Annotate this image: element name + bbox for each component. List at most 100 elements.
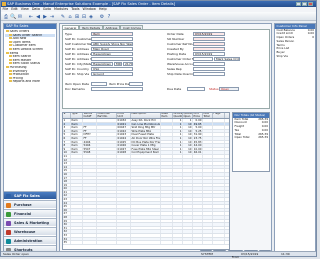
table-cell[interactable]	[213, 237, 225, 241]
table-cell[interactable]	[161, 122, 173, 126]
table-cell[interactable]	[131, 201, 161, 205]
table-cell[interactable]	[117, 234, 131, 237]
table-cell[interactable]	[117, 183, 131, 187]
table-cell[interactable]: 31.90	[193, 133, 203, 136]
table-cell[interactable]	[83, 122, 97, 126]
table-cell[interactable]	[213, 230, 225, 233]
table-cell[interactable]: Coil Equipment Nom Frame	[131, 151, 161, 154]
table-cell[interactable]: Cal, Line Plumbing Assy	[131, 122, 161, 126]
table-cell[interactable]: 01024	[117, 136, 131, 140]
table-cell[interactable]	[117, 226, 131, 230]
table-cell[interactable]: 4446	[83, 140, 97, 144]
right-5-field[interactable]	[193, 57, 213, 61]
table-cell[interactable]	[183, 212, 193, 216]
table-cell[interactable]	[161, 205, 173, 208]
table-cell[interactable]: 1	[173, 147, 183, 151]
table-cell[interactable]: Fuse Plate Mtg Steel	[131, 147, 161, 151]
close-button[interactable]	[308, 2, 313, 6]
table-cell[interactable]	[71, 169, 83, 172]
table-cell[interactable]	[161, 169, 173, 172]
table-cell[interactable]	[71, 183, 83, 187]
collapse-icon[interactable]: ⊟	[81, 14, 87, 20]
table-cell[interactable]	[183, 176, 193, 180]
table-cell[interactable]	[83, 180, 97, 183]
table-cell[interactable]: 10	[183, 133, 193, 136]
table-cell[interactable]	[83, 205, 97, 208]
table-cell[interactable]: 01025	[117, 140, 131, 144]
column-header[interactable]: Description	[131, 113, 161, 118]
table-cell[interactable]: 01027	[117, 147, 131, 151]
table-cell[interactable]	[71, 216, 83, 219]
table-cell[interactable]	[97, 151, 117, 154]
module-nav-button[interactable]: Financial Management	[4, 209, 56, 224]
right-3-field[interactable]	[193, 47, 225, 51]
table-cell[interactable]	[97, 208, 117, 212]
table-cell[interactable]	[213, 234, 225, 237]
table-cell[interactable]	[131, 162, 161, 165]
table-cell[interactable]	[97, 126, 117, 129]
table-cell[interactable]	[183, 172, 193, 176]
left-5-field[interactable]	[91, 57, 133, 61]
table-cell[interactable]: 10	[183, 129, 193, 133]
table-cell[interactable]	[83, 154, 97, 158]
table-cell[interactable]	[173, 223, 183, 226]
settings-icon[interactable]: ⚙	[99, 14, 105, 20]
table-cell[interactable]	[213, 122, 225, 126]
table-cell[interactable]	[203, 151, 213, 154]
table-cell[interactable]: 10	[183, 126, 193, 129]
table-cell[interactable]: 01028	[117, 151, 131, 154]
table-cell[interactable]	[203, 154, 213, 158]
table-cell[interactable]	[203, 226, 213, 230]
table-cell[interactable]	[131, 165, 161, 169]
table-cell[interactable]	[203, 144, 213, 147]
table-cell[interactable]	[71, 172, 83, 176]
table-cell[interactable]	[173, 154, 183, 158]
table-cell[interactable]	[117, 219, 131, 223]
table-cell[interactable]	[213, 140, 225, 144]
table-cell[interactable]	[183, 169, 193, 172]
table-cell[interactable]	[203, 180, 213, 183]
table-cell[interactable]	[83, 172, 97, 176]
table-cell[interactable]: Item	[71, 151, 83, 154]
table-cell[interactable]	[83, 162, 97, 165]
column-header[interactable]: Vendor Cutoff Item	[83, 113, 97, 118]
table-cell[interactable]	[161, 180, 173, 183]
table-cell[interactable]: Item	[71, 136, 83, 140]
table-cell[interactable]: 01022	[117, 129, 131, 133]
column-header[interactable]: Quantity Open	[183, 113, 193, 118]
table-cell[interactable]	[71, 230, 83, 233]
table-cell[interactable]	[193, 162, 203, 165]
table-cell[interactable]	[193, 223, 203, 226]
table-cell[interactable]	[183, 183, 193, 187]
table-cell[interactable]	[97, 190, 117, 194]
table-cell[interactable]	[173, 241, 183, 244]
table-cell[interactable]	[131, 180, 161, 183]
table-cell[interactable]	[97, 122, 117, 126]
table-cell[interactable]	[117, 241, 131, 244]
table-cell[interactable]	[203, 122, 213, 126]
table-cell[interactable]: 0.00	[193, 119, 203, 122]
table-cell[interactable]	[131, 187, 161, 190]
table-cell[interactable]	[97, 226, 117, 230]
table-cell[interactable]	[131, 190, 161, 194]
table-cell[interactable]	[183, 226, 193, 230]
table-cell[interactable]	[131, 226, 161, 230]
table-cell[interactable]	[117, 190, 131, 194]
table-cell[interactable]	[117, 154, 131, 158]
table-cell[interactable]	[203, 208, 213, 212]
table-cell[interactable]	[71, 205, 83, 208]
table-cell[interactable]	[71, 237, 83, 241]
table-cell[interactable]	[83, 223, 97, 226]
table-cell[interactable]: 1	[173, 119, 183, 122]
table-cell[interactable]	[173, 187, 183, 190]
table-cell[interactable]	[83, 187, 97, 190]
column-header[interactable]: Price Unit	[117, 113, 131, 118]
table-cell[interactable]: Item	[71, 147, 83, 151]
table-cell[interactable]	[161, 208, 173, 212]
table-cell[interactable]	[117, 165, 131, 169]
table-cell[interactable]	[71, 198, 83, 201]
table-cell[interactable]	[213, 216, 225, 219]
table-cell[interactable]	[203, 140, 213, 144]
table-cell[interactable]	[193, 165, 203, 169]
table-cell[interactable]	[183, 180, 193, 183]
